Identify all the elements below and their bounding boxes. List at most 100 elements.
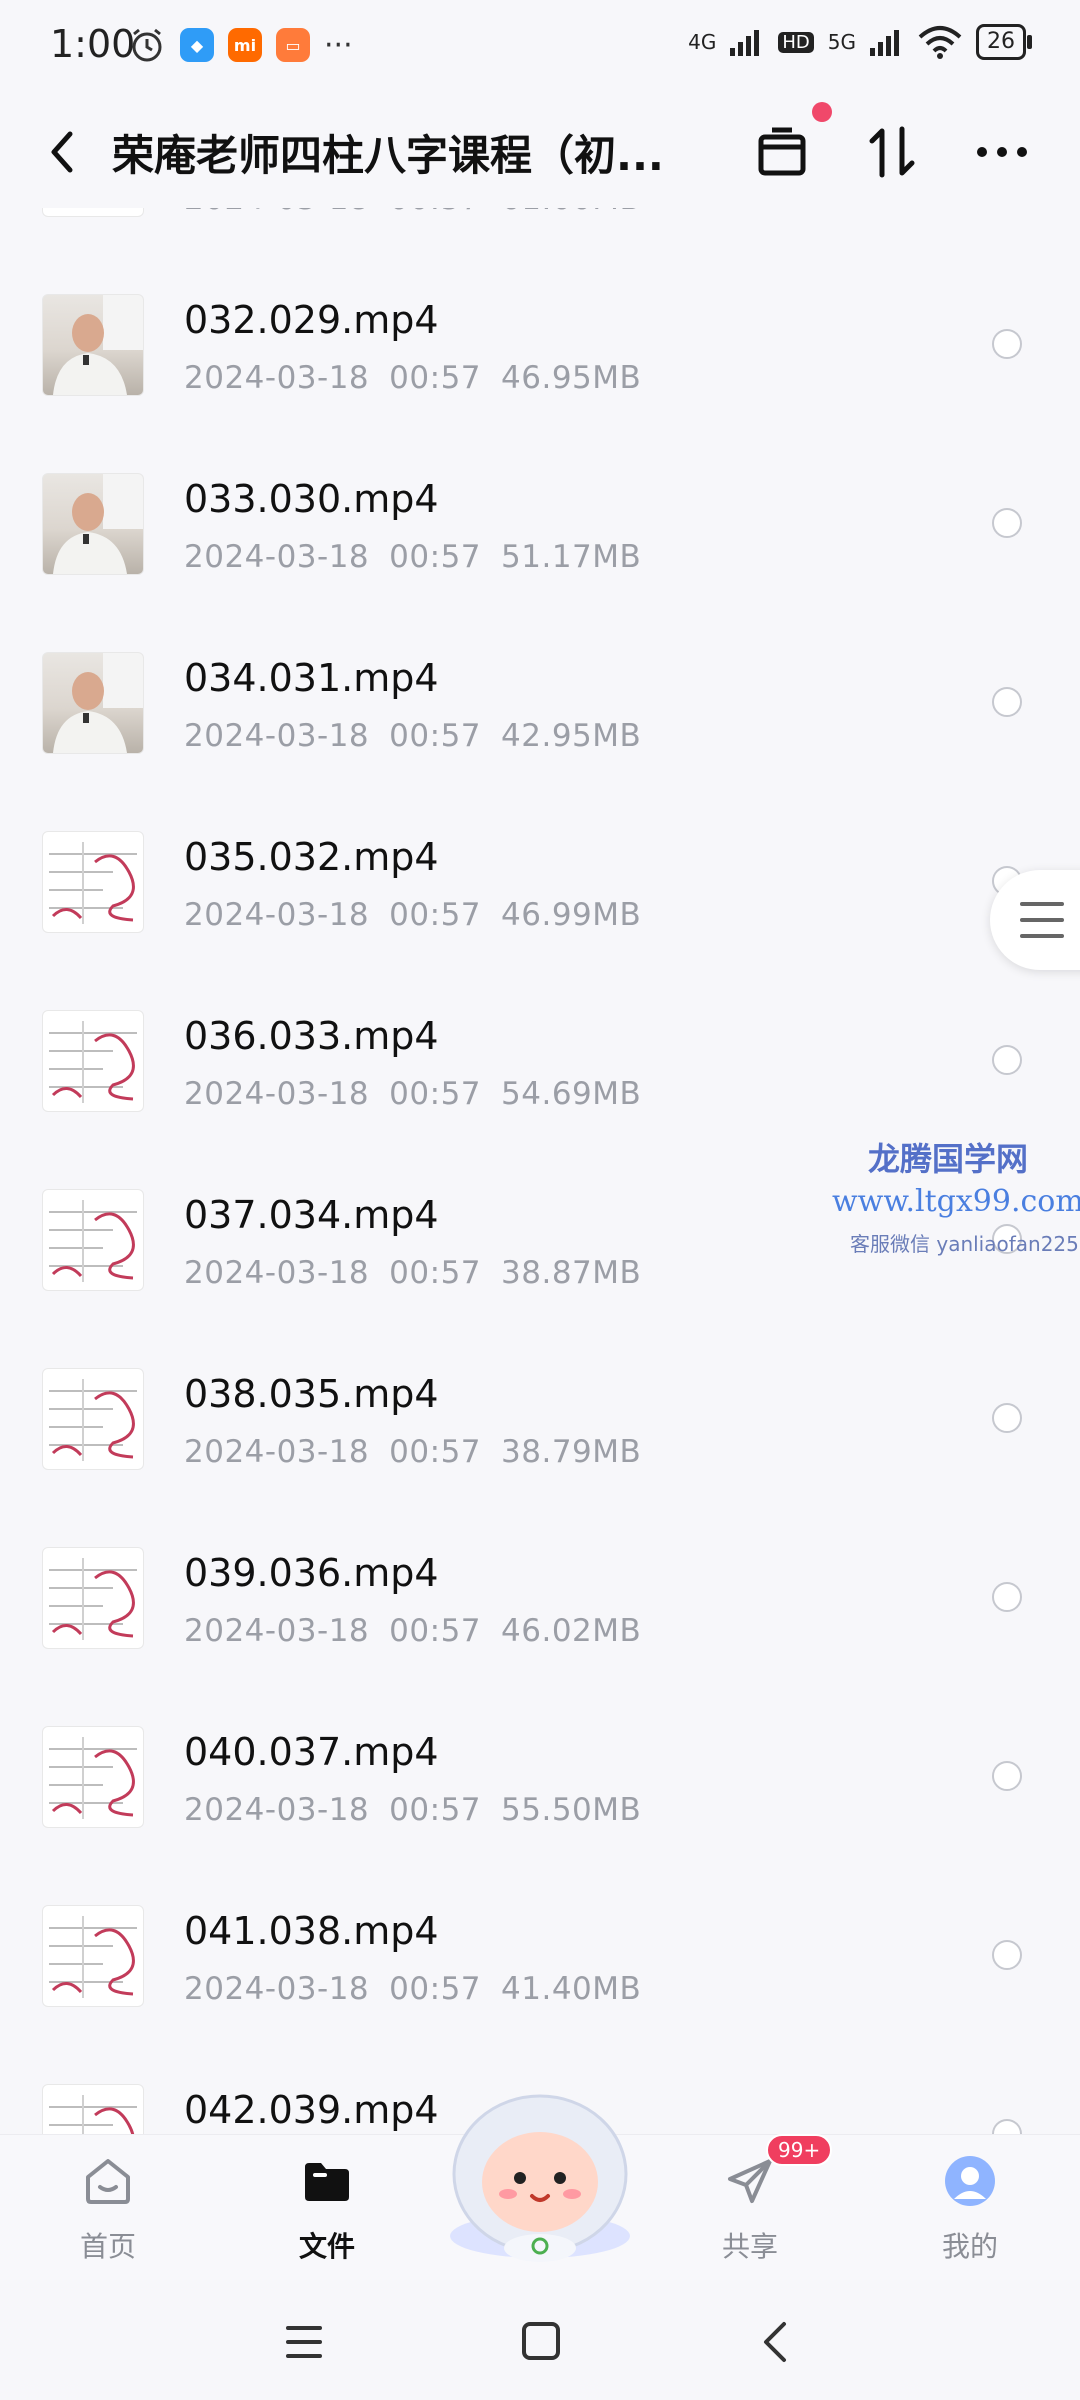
file-list-item[interactable]: 035.032.mp4 2024-03-18 00:57 46.99MB bbox=[0, 781, 1080, 960]
file-time: 00:57 bbox=[389, 539, 482, 575]
sort-button[interactable] bbox=[860, 120, 924, 184]
file-meta: 2024-03-18 00:57 46.95MB bbox=[184, 360, 641, 396]
file-list-item[interactable]: 2024-03-18 00:57 61.00MB bbox=[0, 208, 1080, 244]
video-thumbnail-slide bbox=[42, 2084, 144, 2134]
network-5g-label: 5G bbox=[827, 30, 856, 54]
file-list-item[interactable]: 040.037.mp4 2024-03-18 00:57 55.50MB bbox=[0, 1676, 1080, 1855]
file-meta: 2024-03-18 00:57 61.00MB bbox=[184, 208, 641, 217]
file-time: 00:57 bbox=[389, 897, 482, 933]
file-time: 00:57 bbox=[389, 718, 482, 754]
tab-share[interactable]: 共享 bbox=[675, 2155, 825, 2265]
select-radio[interactable] bbox=[992, 1045, 1022, 1075]
file-time: 00:57 bbox=[389, 1613, 482, 1649]
file-name: 035.032.mp4 bbox=[184, 835, 439, 879]
app-notification-icon: ◆ bbox=[180, 28, 214, 62]
back-nav-icon[interactable] bbox=[746, 2320, 806, 2364]
file-meta: 2024-03-18 00:57 55.50MB bbox=[184, 1792, 641, 1828]
file-date: 2024-03-18 bbox=[184, 1076, 370, 1112]
sort-icon bbox=[869, 126, 915, 178]
avatar-icon bbox=[945, 2156, 995, 2206]
slide-thumbnail-icon bbox=[43, 208, 143, 216]
file-size: 42.95MB bbox=[501, 718, 642, 754]
slide-thumbnail-icon bbox=[49, 1200, 137, 1282]
slide-thumbnail-icon bbox=[49, 1558, 137, 1640]
video-thumbnail-slide bbox=[42, 208, 144, 217]
file-meta: 2024-03-18 00:57 42.95MB bbox=[184, 718, 641, 754]
recent-apps-icon[interactable] bbox=[274, 2320, 334, 2364]
file-date: 2024-03-18 bbox=[184, 1792, 370, 1828]
back-arrow-icon[interactable] bbox=[42, 126, 82, 178]
select-radio[interactable] bbox=[992, 329, 1022, 359]
file-list-item[interactable]: 038.035.mp4 2024-03-18 00:57 38.79MB bbox=[0, 1318, 1080, 1497]
video-thumbnail-slide bbox=[42, 1905, 144, 2007]
status-notification-icons: ◆ mi ▭ ··· bbox=[128, 26, 353, 64]
select-radio[interactable] bbox=[992, 2119, 1022, 2134]
signal-icon bbox=[870, 30, 899, 56]
file-time: 00:57 bbox=[389, 1792, 482, 1828]
select-radio[interactable] bbox=[992, 1940, 1022, 1970]
video-thumbnail-slide bbox=[42, 1726, 144, 1828]
home-nav-icon[interactable] bbox=[510, 2320, 570, 2364]
video-thumbnail-photo bbox=[42, 294, 144, 396]
file-meta: 2024-03-18 00:57 51.17MB bbox=[184, 539, 641, 575]
slide-thumbnail-icon bbox=[49, 1379, 137, 1461]
file-name: 036.033.mp4 bbox=[184, 1014, 439, 1058]
share-count-badge: 99+ bbox=[766, 2134, 833, 2166]
more-notifications-icon: ··· bbox=[324, 27, 353, 63]
file-name: 041.038.mp4 bbox=[184, 1909, 439, 1953]
file-size: 46.95MB bbox=[501, 360, 642, 396]
slide-thumbnail-icon bbox=[49, 1737, 137, 1819]
file-name: 039.036.mp4 bbox=[184, 1551, 439, 1595]
signal-icon bbox=[730, 30, 760, 56]
file-list-item[interactable]: 034.031.mp4 2024-03-18 00:57 42.95MB bbox=[0, 602, 1080, 781]
file-meta: 2024-03-18 00:57 38.79MB bbox=[184, 1434, 641, 1470]
folder-icon bbox=[305, 2163, 349, 2201]
video-thumbnail-photo bbox=[42, 652, 144, 754]
inbox-icon bbox=[758, 127, 806, 176]
select-radio[interactable] bbox=[992, 1582, 1022, 1612]
video-thumbnail-slide bbox=[42, 1368, 144, 1470]
tab-home[interactable]: 首页 bbox=[33, 2155, 183, 2265]
person-thumbnail-icon bbox=[53, 295, 143, 395]
file-list-item[interactable]: 036.033.mp4 2024-03-18 00:57 54.69MB bbox=[0, 960, 1080, 1139]
file-date: 2024-03-18 bbox=[184, 1255, 370, 1291]
file-list-item[interactable]: 032.029.mp4 2024-03-18 00:57 46.95MB bbox=[0, 244, 1080, 423]
tab-mine[interactable]: 我的 bbox=[895, 2155, 1045, 2265]
watermark-contact: 客服微信 yanliaofan225 bbox=[850, 1232, 1079, 1256]
tab-home-label: 首页 bbox=[79, 2230, 136, 2263]
top-app-bar: 荣庵老师四柱八字课程（初... bbox=[0, 96, 1080, 208]
tab-files[interactable]: 文件 bbox=[252, 2155, 402, 2265]
file-meta: 2024-03-18 00:57 46.99MB bbox=[184, 897, 641, 933]
tab-share-label: 共享 bbox=[721, 2230, 778, 2263]
select-radio[interactable] bbox=[992, 687, 1022, 717]
assistant-mascot-icon[interactable] bbox=[442, 2078, 638, 2264]
file-list-item[interactable]: 033.030.mp4 2024-03-18 00:57 51.17MB bbox=[0, 423, 1080, 602]
file-list-item[interactable]: 039.036.mp4 2024-03-18 00:57 46.02MB bbox=[0, 1497, 1080, 1676]
select-radio[interactable] bbox=[992, 1403, 1022, 1433]
select-radio[interactable] bbox=[992, 508, 1022, 538]
file-date: 2024-03-18 bbox=[184, 208, 369, 217]
file-time: 00:57 bbox=[389, 1434, 482, 1470]
more-options-button[interactable] bbox=[970, 120, 1034, 184]
file-date: 2024-03-18 bbox=[184, 1434, 370, 1470]
home-icon bbox=[86, 2159, 130, 2204]
select-radio[interactable] bbox=[992, 1761, 1022, 1791]
file-name: 037.034.mp4 bbox=[184, 1193, 439, 1237]
status-bar: 1:00 ◆ mi ▭ ··· 4G HD 5G 26 bbox=[0, 0, 1080, 96]
network-4g-label: 4G bbox=[688, 30, 717, 54]
status-indicators: 4G HD 5G 26 bbox=[688, 24, 1032, 60]
file-name: 032.029.mp4 bbox=[184, 298, 439, 342]
file-name: 042.039.mp4 bbox=[184, 2088, 439, 2132]
tab-files-label: 文件 bbox=[298, 2230, 355, 2263]
transfer-list-button[interactable] bbox=[750, 120, 814, 184]
file-meta: 2024-03-18 00:57 54.69MB bbox=[184, 1076, 641, 1112]
file-size: 46.02MB bbox=[501, 1613, 642, 1649]
menu-line-icon bbox=[1020, 934, 1064, 938]
more-dots-icon bbox=[977, 147, 1027, 157]
file-time: 00:57 bbox=[389, 1255, 482, 1291]
file-list-item[interactable]: 041.038.mp4 2024-03-18 00:57 41.40MB bbox=[0, 1855, 1080, 2034]
paper-plane-icon bbox=[728, 2159, 772, 2203]
floating-menu-button[interactable] bbox=[990, 870, 1080, 970]
menu-line-icon bbox=[1020, 902, 1064, 906]
file-meta: 2024-03-18 00:57 38.87MB bbox=[184, 1255, 641, 1291]
